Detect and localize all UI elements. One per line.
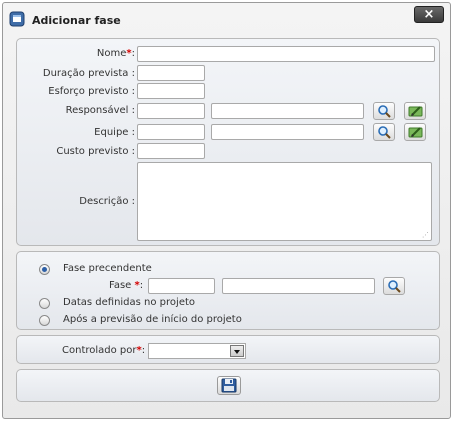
floppy-disk-icon	[221, 378, 237, 393]
esforco-label: Esforço previsto :	[48, 86, 135, 97]
duracao-label: Duração prevista :	[42, 68, 135, 79]
dialog-window: Adicionar fase × Nome*: Duração prevista…	[2, 2, 451, 419]
controlado-por-select[interactable]	[148, 343, 246, 359]
window-icon	[9, 11, 25, 27]
duracao-input[interactable]	[137, 65, 205, 81]
equipe-label: Equipe :	[94, 127, 135, 138]
equipe-search-button[interactable]	[373, 123, 395, 141]
descricao-label: Descrição :	[79, 196, 135, 207]
apos-previsao-label: Após a previsão de início do projeto	[63, 314, 242, 325]
control-panel: Controlado por*:	[16, 335, 440, 364]
responsavel-edit-button[interactable]	[404, 102, 426, 120]
chevron-down-icon[interactable]	[230, 345, 244, 357]
magnifier-icon	[378, 105, 391, 118]
equipe-name-input[interactable]	[211, 124, 364, 140]
pencil-icon	[408, 106, 423, 117]
responsavel-search-button[interactable]	[373, 102, 395, 120]
close-button[interactable]: ×	[414, 6, 444, 23]
schedule-panel: Fase precendente Fase *: Datas definidas…	[16, 251, 440, 330]
pencil-icon	[408, 127, 423, 138]
footer-panel	[16, 369, 440, 402]
radio-datas-definidas[interactable]	[39, 298, 50, 309]
responsavel-code-input[interactable]	[137, 103, 205, 119]
controlado-por-label: Controlado por*:	[62, 345, 146, 356]
phase-details-panel: Nome*: Duração prevista : Esforço previs…	[16, 38, 440, 246]
save-button[interactable]	[217, 376, 241, 395]
nome-label: Nome*:	[96, 48, 135, 59]
custo-label: Custo previsto :	[56, 146, 135, 157]
magnifier-icon	[378, 126, 391, 139]
fase-search-button[interactable]	[383, 277, 405, 295]
responsavel-name-input[interactable]	[211, 103, 364, 119]
dialog-titlebar: Adicionar fase ×	[3, 3, 450, 35]
equipe-edit-button[interactable]	[404, 123, 426, 141]
equipe-code-input[interactable]	[137, 124, 205, 140]
datas-definidas-label: Datas definidas no projeto	[63, 297, 196, 308]
esforco-input[interactable]	[137, 83, 205, 99]
radio-apos-previsao[interactable]	[39, 315, 50, 326]
nome-input[interactable]	[137, 46, 435, 62]
fase-precedente-label: Fase precendente	[63, 263, 152, 274]
descricao-textarea[interactable]: ⋰	[137, 162, 432, 241]
fase-name-input[interactable]	[222, 278, 375, 294]
resize-grip-icon[interactable]: ⋰	[422, 231, 429, 239]
fase-code-input[interactable]	[148, 278, 215, 294]
fase-label: Fase *:	[109, 280, 144, 291]
magnifier-icon	[388, 280, 401, 293]
responsavel-label: Responsável :	[65, 105, 135, 116]
dialog-title: Adicionar fase	[32, 14, 121, 27]
radio-fase-precedente[interactable]	[39, 264, 50, 275]
custo-input[interactable]	[137, 143, 205, 159]
